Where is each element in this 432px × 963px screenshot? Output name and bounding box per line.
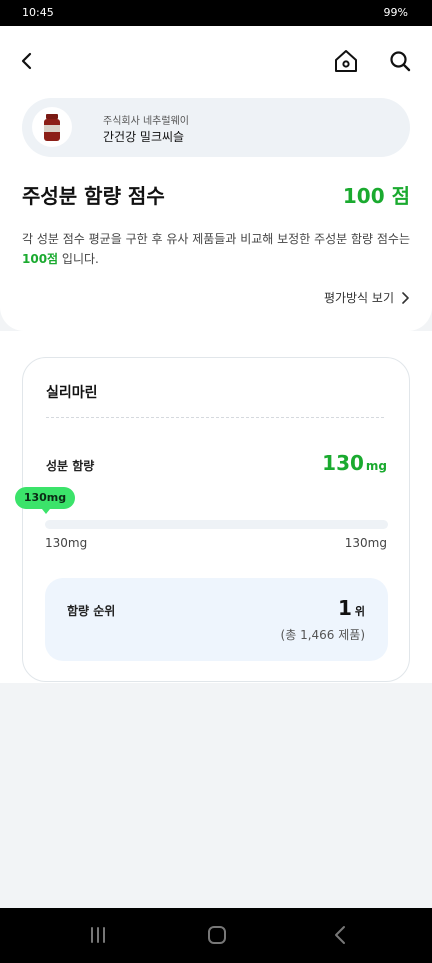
home-icon bbox=[335, 50, 357, 72]
rank-value: 1위 bbox=[338, 596, 365, 620]
system-nav-bar bbox=[0, 908, 432, 963]
range-max: 130mg bbox=[344, 536, 387, 550]
content-range-track bbox=[45, 520, 388, 529]
back-button[interactable] bbox=[12, 46, 42, 76]
back-icon bbox=[335, 926, 345, 944]
content-number: 130 bbox=[322, 451, 364, 475]
ingredient-card: 실리마린 성분 함량 130 mg 130mg 130mg 130mg 함량 순위… bbox=[15, 357, 410, 682]
divider bbox=[46, 417, 384, 418]
product-thumbnail bbox=[32, 107, 72, 147]
chevron-left-icon bbox=[21, 52, 32, 70]
status-bar: 10:45 99% bbox=[0, 0, 432, 26]
product-name: 간건강 밀크씨슬 bbox=[103, 130, 185, 144]
score-description-highlight: 100점 bbox=[22, 252, 59, 266]
status-battery: 99% bbox=[383, 6, 408, 19]
rank-total: (총 1,466 제품) bbox=[280, 628, 365, 642]
score-description-text: 각 성분 점수 평균을 구한 후 유사 제품들과 비교해 보정한 주성분 함량 … bbox=[22, 232, 411, 246]
content-unit: mg bbox=[365, 459, 387, 473]
system-back-button[interactable] bbox=[328, 924, 352, 946]
chevron-right-icon bbox=[402, 291, 409, 304]
range-min: 130mg bbox=[45, 536, 88, 550]
score-value: 100 점 bbox=[342, 184, 410, 208]
evaluation-method-label: 평가방식 보기 bbox=[323, 291, 394, 305]
score-description: 각 성분 점수 평균을 구한 후 유사 제품들과 비교해 보정한 주성분 함량 … bbox=[22, 229, 414, 269]
score-summary-card: 주식회사 네추럴웨이 간건강 밀크씨슬 주성분 함량 점수 100 점 각 성분… bbox=[0, 26, 432, 331]
search-icon bbox=[390, 51, 411, 72]
score-title: 주성분 함량 점수 bbox=[22, 184, 165, 208]
search-button[interactable] bbox=[385, 46, 415, 76]
product-summary[interactable]: 주식회사 네추럴웨이 간건강 밀크씨슬 bbox=[22, 98, 410, 157]
ingredient-name: 실리마린 bbox=[46, 385, 98, 401]
content-label: 성분 함량 bbox=[46, 459, 95, 473]
rank-box: 함량 순위 1위 (총 1,466 제품) bbox=[45, 578, 388, 661]
rank-unit: 위 bbox=[354, 605, 365, 618]
home-circle-icon bbox=[208, 926, 226, 944]
content-marker: 130mg bbox=[15, 487, 75, 509]
status-time: 10:45 bbox=[22, 6, 54, 19]
home-button[interactable] bbox=[331, 46, 361, 76]
content-marker-arrow bbox=[42, 509, 50, 514]
product-company: 주식회사 네추럴웨이 bbox=[103, 116, 189, 127]
score-description-tail: 입니다. bbox=[58, 252, 99, 266]
system-home-button[interactable] bbox=[205, 924, 229, 946]
recent-apps-button[interactable] bbox=[86, 924, 110, 946]
content-value: 130 mg bbox=[322, 451, 387, 475]
rank-number: 1 bbox=[337, 596, 352, 620]
rank-label: 함량 순위 bbox=[67, 604, 116, 618]
supplement-bottle-icon bbox=[44, 114, 60, 141]
recent-apps-icon bbox=[91, 927, 105, 943]
evaluation-method-link[interactable]: 평가방식 보기 bbox=[324, 289, 410, 306]
